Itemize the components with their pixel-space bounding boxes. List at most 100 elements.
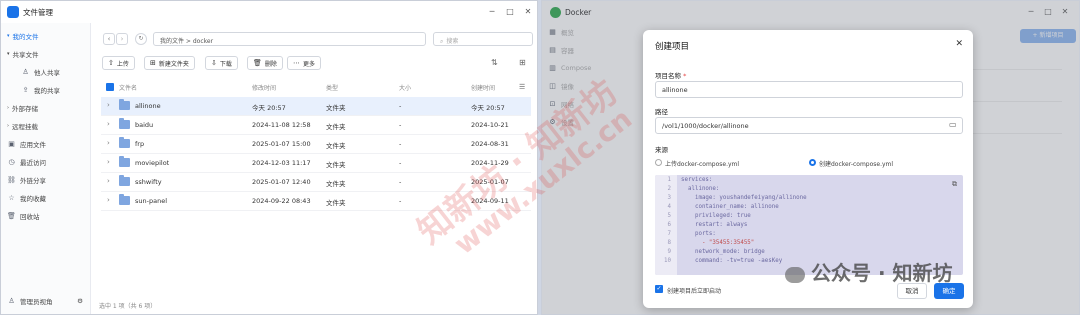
star-icon: ☆ xyxy=(8,193,15,202)
folder-icon xyxy=(119,118,130,129)
table-row[interactable]: › sshwifty 2025-01-07 12:40 文件夹 -2025-01-07 xyxy=(101,173,531,192)
code-line: privileged: true xyxy=(681,213,751,219)
folder-icon xyxy=(119,99,130,110)
radio-upload-label: 上传docker-compose.yml xyxy=(665,161,740,168)
code-line: image: youshandefeiyang/allinone xyxy=(681,195,807,201)
back-button[interactable]: ‹ xyxy=(103,33,115,45)
sidebar-item-app-files[interactable]: ▣ 应用文件 xyxy=(1,135,90,153)
status-text: 选中 1 项（共 6 项） xyxy=(99,303,157,310)
breadcrumb[interactable]: 我的文件 > docker xyxy=(153,32,426,46)
sidebar-item-external[interactable]: › 外部存储 xyxy=(1,99,90,117)
sidebar-item-label: 外部存储 xyxy=(12,105,38,113)
upload-icon: ⇧ xyxy=(108,59,114,67)
sidebar-item-links[interactable]: ⛓ 外链分享 xyxy=(1,171,90,189)
forward-button[interactable]: › xyxy=(116,33,128,45)
upload-button[interactable]: ⇧ 上传 xyxy=(102,56,135,70)
sidebar-item-recent[interactable]: ◷ 最近访问 xyxy=(1,153,90,171)
folder-icon xyxy=(119,194,130,205)
radio-create[interactable] xyxy=(809,159,816,166)
new-folder-button[interactable]: ⊞ 新建文件夹 xyxy=(144,56,195,70)
settings-icon[interactable]: ⚙ xyxy=(77,297,83,305)
select-all-checkbox[interactable] xyxy=(106,83,114,91)
col-header-created[interactable]: 创建时间 xyxy=(471,83,495,92)
wechat-watermark: 公众号 · 知新坊 xyxy=(785,257,953,286)
admin-view-label: 管理员视角 xyxy=(20,298,53,306)
code-line: restart: always xyxy=(681,222,748,228)
grid-view-icon[interactable]: ⊞ xyxy=(519,58,526,67)
share-out-icon: ⇪ xyxy=(22,85,29,94)
download-button[interactable]: ⇩ 下载 xyxy=(205,56,238,70)
expand-icon[interactable]: › xyxy=(107,139,110,147)
trash-icon: 🗑 xyxy=(7,211,16,220)
code-line: network_mode: bridge xyxy=(681,249,765,255)
expand-icon[interactable]: › xyxy=(107,120,110,128)
sidebar-item-my-files[interactable]: ▾ 我的文件 xyxy=(1,27,90,45)
code-line: container_name: allinone xyxy=(681,204,779,210)
code-line: allinone: xyxy=(681,186,720,192)
close-icon[interactable]: ✕ xyxy=(521,5,535,19)
app-logo-icon xyxy=(7,6,19,18)
window-title: 文件管理 xyxy=(23,7,53,17)
col-header-name[interactable]: 文件名 xyxy=(119,83,137,92)
table-row[interactable]: › moviepilot 2024-12-03 11:17 文件夹 -2024-11-2… xyxy=(101,154,531,173)
autostart-checkbox[interactable]: ✓ xyxy=(655,285,663,293)
app-icon: ▣ xyxy=(8,139,15,148)
radio-upload[interactable] xyxy=(655,159,662,166)
col-header-modified[interactable]: 修改时间 xyxy=(252,83,276,92)
project-name-input[interactable]: allinone xyxy=(655,81,963,98)
sidebar-item-label: 共享文件 xyxy=(12,51,39,59)
expand-icon[interactable]: › xyxy=(107,101,110,109)
maximize-icon[interactable]: □ xyxy=(503,5,517,19)
sidebar-item-label: 远程挂载 xyxy=(12,123,38,131)
folder-icon xyxy=(119,137,130,148)
sidebar-item-label: 我的文件 xyxy=(12,33,39,41)
refresh-icon[interactable]: ↻ xyxy=(135,33,147,45)
code-line: services: xyxy=(681,177,713,183)
copy-icon[interactable]: ⧉ xyxy=(952,180,957,189)
wechat-icon xyxy=(785,266,805,283)
link-icon: ⛓ xyxy=(7,175,16,184)
sidebar-item-label: 我的共享 xyxy=(34,87,60,95)
name-label: 项目名称 * xyxy=(655,72,687,80)
admin-view-toggle[interactable]: ♙ 管理员视角 ⚙ xyxy=(1,292,91,310)
sidebar-item-trash[interactable]: 🗑 回收站 xyxy=(1,207,90,225)
file-manager-window: 文件管理 ─ □ ✕ ▾ 我的文件 ▾ 共享文件 ♙ 他人共享 ⇪ 我的共享 › 外部存储… xyxy=(0,0,538,315)
close-icon[interactable]: ✕ xyxy=(955,39,963,49)
delete-button[interactable]: 🗑 删除 xyxy=(247,56,283,70)
source-label: 来源 xyxy=(655,146,668,154)
expand-icon[interactable]: › xyxy=(107,196,110,204)
expand-icon[interactable]: › xyxy=(107,177,110,185)
sidebar-item-favorites[interactable]: ☆ 我的收藏 xyxy=(1,189,90,207)
more-button[interactable]: ⋯ 更多 xyxy=(287,56,322,70)
search-input[interactable]: ⌕ 搜索 xyxy=(433,32,533,46)
folder-picker-icon[interactable]: ▭ xyxy=(949,120,957,129)
column-settings-icon[interactable]: ☰ xyxy=(519,83,525,91)
sidebar-item-others-shared[interactable]: ♙ 他人共享 xyxy=(1,63,90,81)
table-row[interactable]: › frp 2025-01-07 15:00 文件夹 -2024-08-31 xyxy=(101,135,531,154)
sidebar-item-label: 应用文件 xyxy=(20,141,46,149)
folder-icon xyxy=(119,175,130,186)
search-icon: ⌕ xyxy=(440,38,444,45)
sidebar-item-my-shared[interactable]: ⇪ 我的共享 xyxy=(1,81,90,99)
radio-create-label: 创建docker-compose.yml xyxy=(819,161,894,168)
table-row[interactable]: › baidu 2024-11-08 12:58 文件夹 -2024-10-21 xyxy=(101,116,531,135)
sort-icon[interactable]: ⇅ xyxy=(491,58,498,67)
table-row[interactable]: › allinone 今天 20:57 文件夹 - 今天 20:57 xyxy=(101,97,531,116)
minimize-icon[interactable]: ─ xyxy=(485,5,499,19)
col-header-size[interactable]: 大小 xyxy=(399,83,411,92)
file-manager-titlebar: 文件管理 xyxy=(1,1,537,23)
code-line: - "35455:35455" xyxy=(681,240,755,246)
expand-icon[interactable]: › xyxy=(107,158,110,166)
code-line: ports: xyxy=(681,231,716,237)
autostart-label: 创建项目后立即启动 xyxy=(667,288,722,295)
col-header-type[interactable]: 类型 xyxy=(326,83,338,92)
clock-icon: ◷ xyxy=(8,157,15,166)
sidebar-item-shared[interactable]: ▾ 共享文件 xyxy=(1,45,90,63)
sidebar-item-remote[interactable]: › 远程挂载 xyxy=(1,117,90,135)
download-icon: ⇩ xyxy=(211,59,217,67)
table-row[interactable]: › sun-panel 2024-09-22 08:43 文件夹 -2024-09-11 xyxy=(101,192,531,211)
required-mark: * xyxy=(683,72,687,80)
sidebar-item-label: 外链分享 xyxy=(20,177,46,185)
path-input[interactable]: /vol1/1000/docker/allinone xyxy=(655,117,963,134)
folder-icon xyxy=(119,156,130,167)
